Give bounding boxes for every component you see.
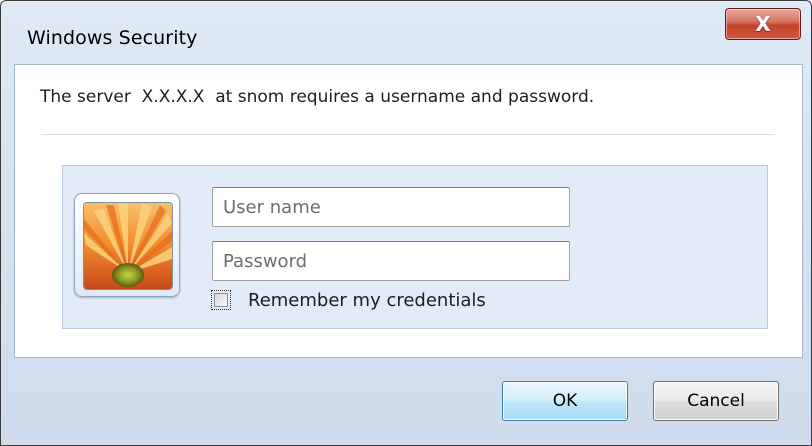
checkbox-box [214,293,228,307]
remember-credentials-option[interactable]: Remember my credentials [211,288,486,312]
close-button[interactable]: X [725,8,801,40]
prompt-message: The server X.X.X.X at snom requires a us… [40,87,595,107]
remember-credentials-label: Remember my credentials [248,289,486,311]
user-tile [74,193,180,297]
flower-user-tile-icon [83,202,173,290]
cancel-button[interactable]: Cancel [653,381,779,421]
windows-security-dialog: Windows Security X The server X.X.X.X at… [0,0,812,446]
window-title: Windows Security [27,27,198,49]
password-input[interactable] [212,241,570,281]
close-icon: X [755,12,771,36]
remember-credentials-checkbox[interactable] [211,290,231,310]
separator [41,134,775,135]
ok-button[interactable]: OK [502,381,628,421]
title-bar[interactable]: Windows Security X [1,1,811,65]
username-input[interactable] [212,187,570,227]
